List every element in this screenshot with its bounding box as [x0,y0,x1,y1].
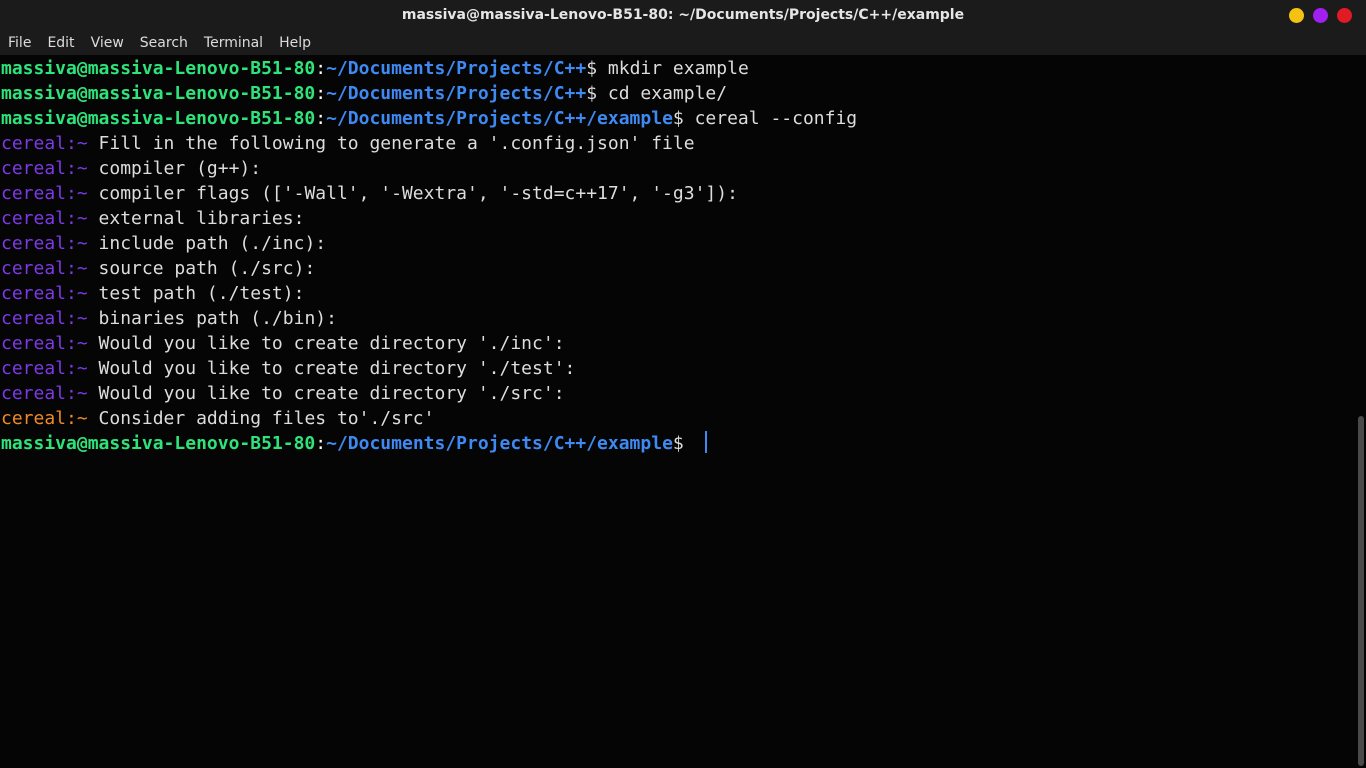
cereal-message: include path (./inc): [87,233,327,254]
cereal-tilde: ~ [76,258,88,279]
prompt-path: ~/Documents/Projects/C++/example [326,433,673,454]
cereal-message: Consider adding files to'./src' [87,408,435,429]
cereal-tilde: ~ [76,383,88,404]
cereal-prefix: cereal: [1,383,77,404]
cereal-message: source path (./src): [87,258,316,279]
cereal-prefix: cereal: [1,233,77,254]
cereal-message: Fill in the following to generate a '.co… [87,133,695,154]
cereal-tilde: ~ [76,308,88,329]
prompt-dollar: $ [586,58,598,79]
terminal-line: cereal:~ source path (./src): [0,256,1366,281]
command-text: cereal --config [683,108,858,129]
prompt-user: massiva@massiva-Lenovo-B51-80 [1,108,316,129]
terminal-line: cereal:~ compiler flags (['-Wall', '-Wex… [0,181,1366,206]
menu-terminal[interactable]: Terminal [204,35,263,51]
command-text: cd example/ [597,83,728,104]
cereal-message: binaries path (./bin): [87,308,337,329]
terminal-line: massiva@massiva-Lenovo-B51-80:~/Document… [0,81,1366,106]
cereal-prefix: cereal: [1,133,77,154]
terminal-output[interactable]: massiva@massiva-Lenovo-B51-80:~/Document… [0,56,1366,768]
terminal-line: cereal:~ Would you like to create direct… [0,381,1366,406]
cereal-tilde: ~ [76,208,88,229]
terminal-line: massiva@massiva-Lenovo-B51-80:~/Document… [0,106,1366,131]
prompt-dollar: $ [586,83,598,104]
cereal-prefix: cereal: [1,183,77,204]
cereal-tilde: ~ [76,233,88,254]
terminal-line: cereal:~ compiler (g++): [0,156,1366,181]
minimize-button[interactable] [1289,7,1304,23]
terminal-line: cereal:~ Consider adding files to'./src' [0,406,1366,431]
prompt-separator: : [315,108,327,129]
cereal-prefix: cereal: [1,358,77,379]
terminal-line: cereal:~ external libraries: [0,206,1366,231]
prompt-path: ~/Documents/Projects/C++ [326,83,587,104]
cereal-message: Would you like to create directory './te… [87,358,576,379]
cereal-prefix: cereal: [1,333,77,354]
terminal-line: cereal:~ Fill in the following to genera… [0,131,1366,156]
cereal-prefix: cereal: [1,158,77,179]
cereal-tilde: ~ [76,333,88,354]
close-button[interactable] [1337,7,1352,23]
title-bar[interactable]: massiva@massiva-Lenovo-B51-80: ~/Documen… [0,0,1366,30]
cereal-message: compiler (g++): [87,158,262,179]
terminal-scrollbar[interactable] [1358,416,1364,766]
maximize-button[interactable] [1313,7,1328,23]
cereal-tilde: ~ [76,358,88,379]
cereal-tilde: ~ [76,158,88,179]
cereal-prefix: cereal: [1,208,77,229]
terminal-line: cereal:~ include path (./inc): [0,231,1366,256]
menu-edit[interactable]: Edit [47,35,74,51]
terminal-line: massiva@massiva-Lenovo-B51-80:~/Document… [0,56,1366,81]
window-controls [1289,0,1352,30]
prompt-path: ~/Documents/Projects/C++/example [326,108,673,129]
terminal-line: cereal:~ Would you like to create direct… [0,356,1366,381]
cereal-prefix: cereal: [1,283,77,304]
cereal-tilde: ~ [76,408,88,429]
cereal-tilde: ~ [76,133,88,154]
menu-help[interactable]: Help [279,35,311,51]
cereal-prefix: cereal: [1,258,77,279]
prompt-separator: : [315,83,327,104]
terminal-window: massiva@massiva-Lenovo-B51-80: ~/Documen… [0,0,1366,768]
cereal-prefix: cereal: [1,408,77,429]
terminal-line: massiva@massiva-Lenovo-B51-80:~/Document… [0,431,1366,456]
terminal-line: cereal:~ test path (./test): [0,281,1366,306]
cereal-message: Would you like to create directory './in… [87,333,565,354]
cereal-tilde: ~ [76,183,88,204]
prompt-dollar: $ [672,433,684,454]
cereal-message: external libraries: [87,208,305,229]
menu-bar: File Edit View Search Terminal Help [0,30,1366,55]
cereal-message: test path (./test): [87,283,305,304]
prompt-path: ~/Documents/Projects/C++ [326,58,587,79]
cereal-tilde: ~ [76,283,88,304]
window-title: massiva@massiva-Lenovo-B51-80: ~/Documen… [401,7,965,23]
cereal-message: compiler flags (['-Wall', '-Wextra', '-s… [87,183,738,204]
cereal-prefix: cereal: [1,308,77,329]
menu-file[interactable]: File [8,35,31,51]
prompt-dollar: $ [672,108,684,129]
command-text [684,433,695,454]
terminal-line: cereal:~ binaries path (./bin): [0,306,1366,331]
prompt-separator: : [315,433,327,454]
menu-view[interactable]: View [91,35,124,51]
text-cursor [704,431,707,453]
menu-search[interactable]: Search [140,35,188,51]
prompt-separator: : [315,58,327,79]
cereal-message: Would you like to create directory './sr… [87,383,565,404]
terminal-line: cereal:~ Would you like to create direct… [0,331,1366,356]
prompt-user: massiva@massiva-Lenovo-B51-80 [1,83,316,104]
prompt-user: massiva@massiva-Lenovo-B51-80 [1,433,316,454]
command-text: mkdir example [597,58,749,79]
prompt-user: massiva@massiva-Lenovo-B51-80 [1,58,316,79]
